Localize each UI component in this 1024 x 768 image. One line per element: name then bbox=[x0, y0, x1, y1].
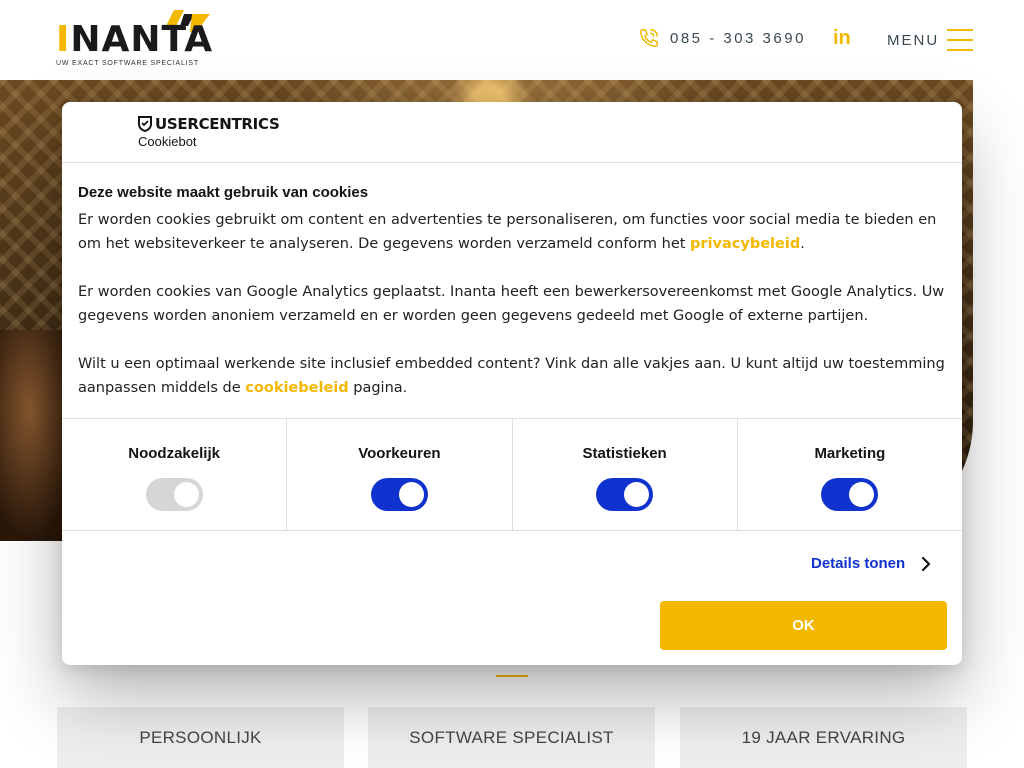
cookie-policy-link[interactable]: cookiebeleid bbox=[245, 380, 348, 396]
linkedin-icon[interactable]: in bbox=[833, 28, 851, 48]
phone-icon bbox=[640, 29, 658, 47]
show-details-link[interactable]: Details tonen bbox=[811, 555, 931, 572]
dialog-title: Deze website maakt gebruik van cookies bbox=[78, 184, 369, 201]
phone-number: 085 - 303 3690 bbox=[670, 29, 806, 47]
category-label: Statistieken bbox=[582, 445, 667, 462]
usercentrics-shield-icon bbox=[138, 116, 152, 132]
brand-subtitle: Cookiebot bbox=[138, 134, 197, 149]
statistics-toggle[interactable] bbox=[596, 478, 654, 511]
dialog-header: USERCENTRICS Cookiebot bbox=[62, 102, 962, 163]
feature-box-software-specialist: SOFTWARE SPECIALIST bbox=[368, 707, 655, 768]
toggle-knob bbox=[624, 482, 650, 507]
privacy-policy-link[interactable]: privacybeleid bbox=[690, 236, 800, 252]
hamburger-menu-icon[interactable] bbox=[947, 29, 973, 51]
chevron-right-icon bbox=[921, 556, 931, 572]
toggle-knob bbox=[849, 482, 875, 507]
logo-tagline: UW EXACT SOFTWARE SPECIALIST bbox=[56, 60, 199, 67]
category-label: Noodzakelijk bbox=[128, 445, 220, 462]
paragraph-text: Wilt u een optimaal werkende site inclus… bbox=[78, 356, 945, 396]
feature-box-personal: PERSOONLIJK bbox=[57, 707, 344, 768]
menu-label[interactable]: MENU bbox=[887, 32, 939, 49]
logo-wordmark: INANTA bbox=[56, 19, 214, 60]
hamburger-line bbox=[947, 49, 973, 51]
category-label: Marketing bbox=[814, 445, 886, 462]
site-header: INANTA UW EXACT SOFTWARE SPECIALIST 085 … bbox=[0, 0, 1024, 80]
toggle-knob bbox=[173, 482, 199, 507]
marketing-toggle[interactable] bbox=[821, 478, 879, 511]
inanta-logo[interactable]: INANTA UW EXACT SOFTWARE SPECIALIST bbox=[56, 10, 216, 70]
cookie-description-1: Er worden cookies gebruikt om content en… bbox=[78, 208, 958, 256]
cookie-description-3: Wilt u een optimaal werkende site inclus… bbox=[78, 352, 958, 400]
hamburger-line bbox=[947, 39, 973, 41]
necessary-toggle bbox=[145, 478, 203, 511]
cookiebot-brand[interactable]: USERCENTRICS Cookiebot bbox=[138, 114, 280, 149]
dialog-body: Deze website maakt gebruik van cookies E… bbox=[78, 184, 958, 400]
details-label: Details tonen bbox=[811, 555, 906, 572]
paragraph-end: . bbox=[800, 236, 805, 252]
section-divider bbox=[496, 675, 528, 677]
category-label: Voorkeuren bbox=[358, 445, 441, 462]
category-necessary: Noodzakelijk bbox=[62, 419, 288, 530]
phone-link[interactable]: 085 - 303 3690 bbox=[638, 26, 806, 50]
brand-name: USERCENTRICS bbox=[155, 114, 280, 133]
category-marketing: Marketing bbox=[738, 419, 962, 530]
category-statistics: Statistieken bbox=[513, 419, 738, 530]
hamburger-line bbox=[947, 29, 973, 31]
cookie-description-2: Er worden cookies van Google Analytics g… bbox=[78, 284, 945, 324]
toggle-knob bbox=[398, 482, 424, 507]
ok-button[interactable]: OK bbox=[660, 601, 947, 650]
paragraph-text: Er worden cookies gebruikt om content en… bbox=[78, 212, 937, 252]
preferences-toggle[interactable] bbox=[370, 478, 428, 511]
consent-categories: Noodzakelijk Voorkeuren Statistieken Mar… bbox=[62, 418, 962, 531]
category-preferences: Voorkeuren bbox=[287, 419, 513, 530]
feature-box-experience: 19 JAAR ERVARING bbox=[680, 707, 967, 768]
cookie-consent-dialog: USERCENTRICS Cookiebot Deze website maak… bbox=[62, 102, 962, 665]
paragraph-end: pagina. bbox=[348, 380, 408, 396]
